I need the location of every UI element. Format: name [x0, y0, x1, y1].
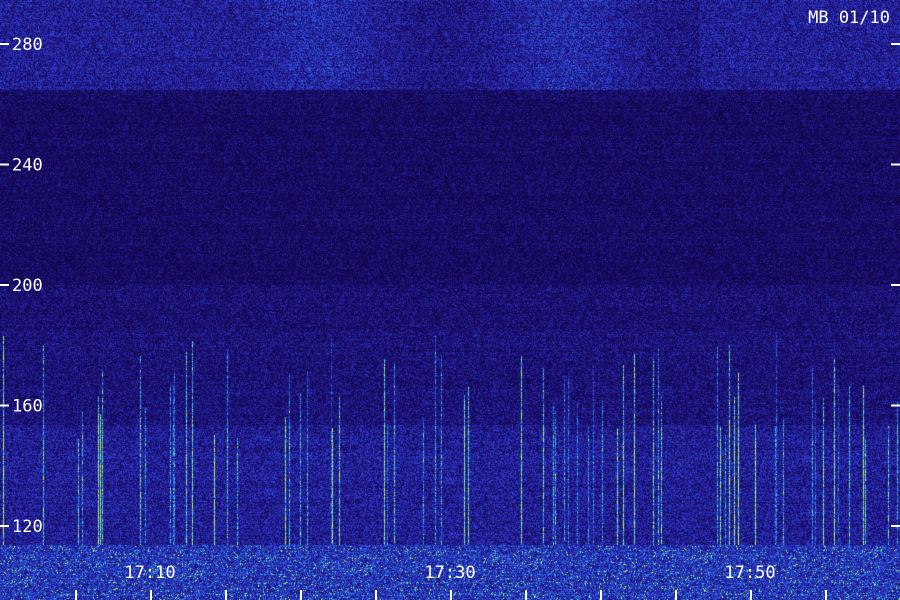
- y-tick-label: 160: [12, 397, 43, 417]
- y-tick-label: 200: [12, 276, 43, 296]
- x-axis: 17:10 17:30 17:50: [75, 563, 827, 600]
- y-tick-label: 280: [12, 35, 43, 55]
- y-axis-right: [891, 43, 900, 527]
- y-tick-label: 120: [12, 517, 43, 537]
- x-tick-label: 17:50: [724, 563, 775, 583]
- y-axis-left: 120 160 200 240 280: [0, 35, 43, 537]
- y-tick-label: 240: [12, 156, 43, 176]
- chart-title: MB 01/10: [808, 8, 890, 28]
- x-tick-label: 17:10: [124, 563, 175, 583]
- spectrogram-overlay: MB 01/10 120 160 200 240 280 17:10 17:30 17:50: [0, 8, 900, 600]
- x-tick-label: 17:30: [424, 563, 475, 583]
